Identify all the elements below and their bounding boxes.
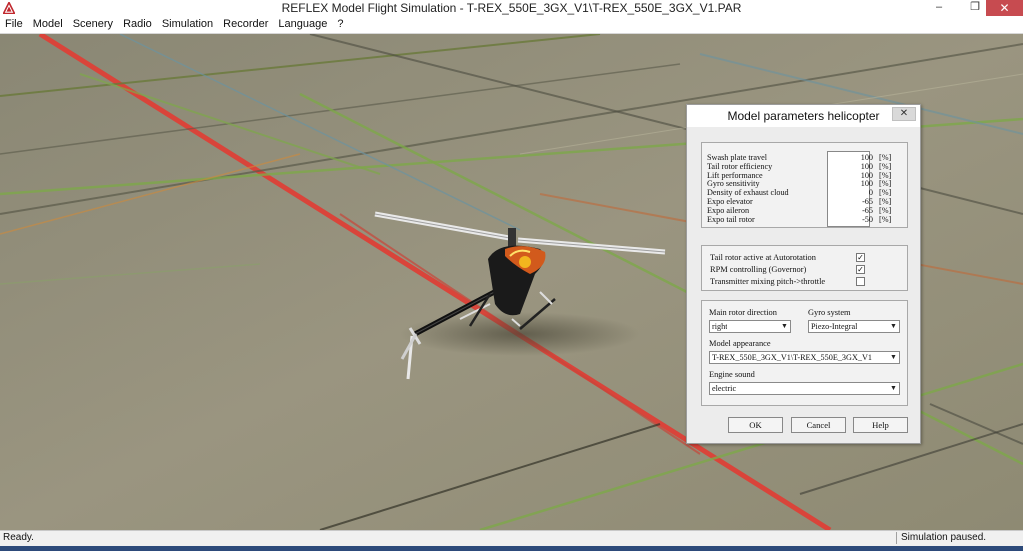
param-unit: [%] [879,214,892,224]
menu-help[interactable]: ? [332,16,348,33]
option-tail-rotor-autorotation[interactable]: Tail rotor active at Autorotation ✓ [710,252,865,264]
cancel-button[interactable]: Cancel [791,417,846,433]
option-rpm-governor[interactable]: RPM controlling (Governor) ✓ [710,264,865,276]
main-rotor-direction-label: Main rotor direction [709,308,777,317]
dialog-title-bar: Model parameters helicopter ✕ [687,105,920,127]
menu-language[interactable]: Language [273,16,332,33]
menu-model[interactable]: Model [28,16,68,33]
dialog-close-icon[interactable]: ✕ [892,107,916,121]
status-text: Ready. [3,532,34,543]
help-button[interactable]: Help [853,417,908,433]
gyro-system-label: Gyro system [808,308,851,317]
main-rotor-direction-select[interactable]: right ▼ [709,320,791,333]
checkbox-rpm-governor[interactable]: ✓ [856,265,865,274]
minimize-icon[interactable]: – [925,0,953,16]
parameters-group: Swash plate travel 100 [%] Tail rotor ef… [701,142,908,228]
menu-simulation[interactable]: Simulation [157,16,218,33]
title-bar: REFLEX Model Flight Simulation - T-REX_5… [0,0,1023,17]
maximize-icon[interactable]: ❐ [961,0,989,16]
chevron-down-icon: ▼ [781,322,788,330]
settings-group: Main rotor direction right ▼ Gyro system… [701,300,908,406]
engine-sound-value: electric [712,384,737,393]
options-group: Tail rotor active at Autorotation ✓ RPM … [701,245,908,291]
option-label: Tail rotor active at Autorotation [710,253,816,262]
param-value[interactable]: 100 [831,180,873,189]
menu-file[interactable]: File [0,16,28,33]
ok-button[interactable]: OK [728,417,783,433]
window-title: REFLEX Model Flight Simulation - T-REX_5… [281,1,742,15]
param-row-expo-tail-rotor: Expo tail rotor -50 [%] [707,214,903,225]
menu-radio[interactable]: Radio [118,16,157,33]
status-bar: Ready. Simulation paused. [0,530,1023,546]
option-transmitter-mixing[interactable]: Transmitter mixing pitch->throttle [710,276,865,288]
param-name: Expo tail rotor [707,214,755,224]
param-value[interactable]: -50 [831,215,873,225]
checkbox-transmitter-mixing[interactable] [856,277,865,286]
engine-sound-select[interactable]: electric ▼ [709,382,900,395]
simulation-status: Simulation paused. [896,532,1020,544]
close-icon[interactable]: ✕ [986,0,1023,16]
chevron-down-icon: ▼ [890,322,897,330]
menu-recorder[interactable]: Recorder [218,16,273,33]
chevron-down-icon: ▼ [890,353,897,361]
gyro-system-value: Piezo-Integral [811,322,858,331]
dialog-title: Model parameters helicopter [727,109,880,123]
gyro-system-select[interactable]: Piezo-Integral ▼ [808,320,900,333]
model-appearance-value: T-REX_550E_3GX_V1\T-REX_550E_3GX_V1 [712,353,872,362]
checkbox-tail-rotor-autorotation[interactable]: ✓ [856,253,865,262]
model-parameters-dialog: Model parameters helicopter ✕ Swash plat… [686,104,921,444]
model-appearance-select[interactable]: T-REX_550E_3GX_V1\T-REX_550E_3GX_V1 ▼ [709,351,900,364]
chevron-down-icon: ▼ [890,384,897,392]
option-label: Transmitter mixing pitch->throttle [710,277,826,286]
main-rotor-direction-value: right [712,322,728,331]
menu-scenery[interactable]: Scenery [68,16,118,33]
taskbar [0,546,1023,551]
menu-bar: File Model Scenery Radio Simulation Reco… [0,16,1023,34]
engine-sound-label: Engine sound [709,370,755,379]
model-appearance-label: Model appearance [709,339,771,348]
option-label: RPM controlling (Governor) [710,265,807,274]
